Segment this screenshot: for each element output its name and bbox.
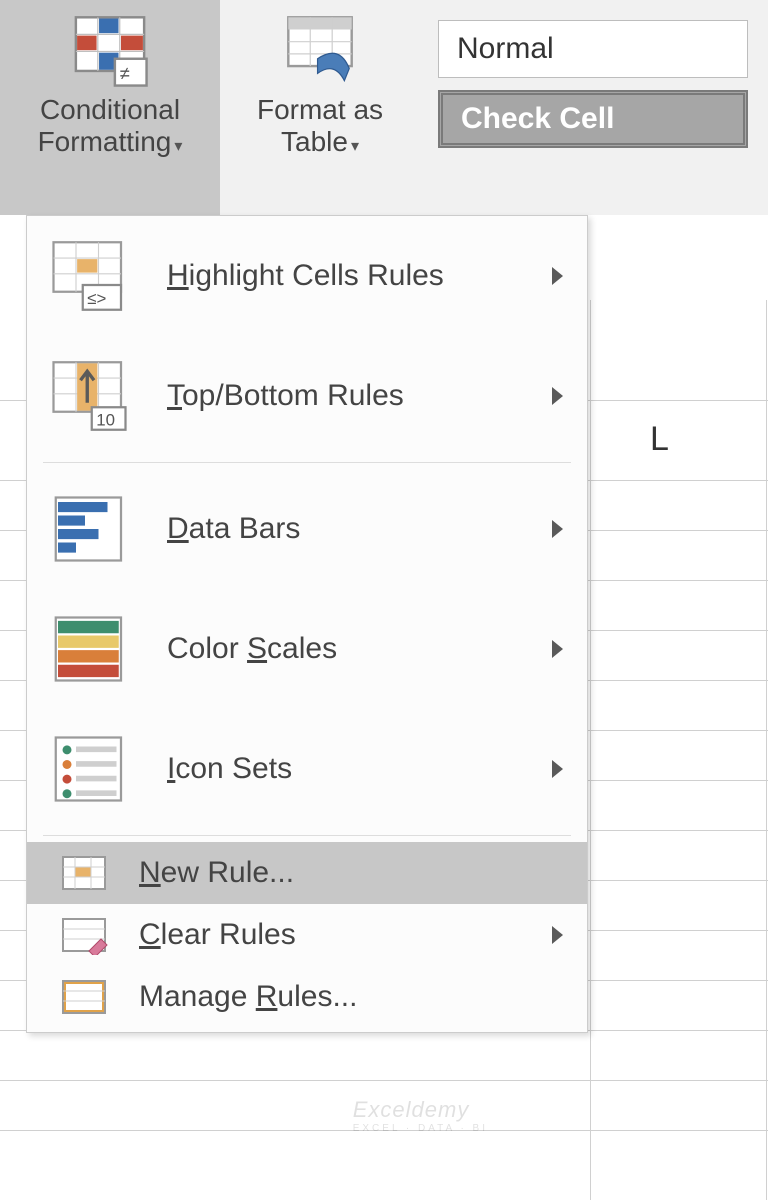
conditional-formatting-button[interactable]: ≠ Conditional Formatting▾ — [0, 0, 220, 215]
style-check-cell[interactable]: Check Cell — [438, 90, 748, 148]
menu-clearrules-label: Clear Rules — [119, 918, 552, 952]
format-as-table-icon — [281, 10, 359, 88]
submenu-arrow-icon — [552, 640, 563, 658]
cell-styles-gallery[interactable]: Normal Check Cell — [438, 20, 748, 160]
menu-icon-sets[interactable]: Icon Sets — [27, 709, 587, 829]
svg-text:≤>: ≤> — [87, 289, 106, 308]
highlight-cells-icon: ≤> — [49, 237, 139, 315]
ribbon-styles-group: ≠ Conditional Formatting▾ Format as Tabl… — [0, 0, 768, 215]
top-bottom-icon: 10 — [49, 357, 139, 435]
conditional-formatting-menu: ≤> Highlight Cells Rules 10 Top/Bottom R… — [26, 215, 588, 1033]
menu-data-bars[interactable]: Data Bars — [27, 469, 587, 589]
svg-text:10: 10 — [96, 410, 115, 429]
menu-new-rule[interactable]: New Rule... — [27, 842, 587, 904]
format-as-table-label: Format as Table▾ — [257, 94, 383, 158]
menu-top-bottom-rules[interactable]: 10 Top/Bottom Rules — [27, 336, 587, 456]
submenu-arrow-icon — [552, 520, 563, 538]
menu-highlight-label: Highlight Cells Rules — [139, 259, 552, 293]
menu-databars-label: Data Bars — [139, 512, 552, 546]
manage-rules-icon — [49, 975, 119, 1019]
submenu-arrow-icon — [552, 760, 563, 778]
icon-sets-icon — [49, 730, 139, 808]
submenu-arrow-icon — [552, 926, 563, 944]
menu-topbottom-label: Top/Bottom Rules — [139, 379, 552, 413]
menu-color-scales[interactable]: Color Scales — [27, 589, 587, 709]
style-check-cell-label: Check Cell — [461, 102, 614, 136]
format-as-table-button[interactable]: Format as Table▾ — [220, 0, 420, 215]
style-normal-label: Normal — [457, 32, 554, 66]
submenu-arrow-icon — [552, 387, 563, 405]
submenu-arrow-icon — [552, 267, 563, 285]
new-rule-icon — [49, 851, 119, 895]
conditional-formatting-icon: ≠ — [71, 10, 149, 88]
watermark: Exceldemy EXCEL · DATA · BI — [353, 1097, 488, 1134]
style-normal[interactable]: Normal — [438, 20, 748, 78]
menu-newrule-label: New Rule... — [119, 856, 569, 890]
menu-clear-rules[interactable]: Clear Rules — [27, 904, 587, 966]
color-scales-icon — [49, 610, 139, 688]
clear-rules-icon — [49, 913, 119, 957]
data-bars-icon — [49, 490, 139, 568]
menu-separator — [43, 462, 571, 463]
svg-text:≠: ≠ — [120, 62, 130, 83]
menu-colorscales-label: Color Scales — [139, 632, 552, 666]
conditional-formatting-label: Conditional Formatting▾ — [38, 94, 183, 158]
menu-separator — [43, 835, 571, 836]
menu-managerules-label: Manage Rules... — [119, 980, 569, 1014]
menu-manage-rules[interactable]: Manage Rules... — [27, 966, 587, 1028]
menu-iconsets-label: Icon Sets — [139, 752, 552, 786]
menu-highlight-cells-rules[interactable]: ≤> Highlight Cells Rules — [27, 216, 587, 336]
